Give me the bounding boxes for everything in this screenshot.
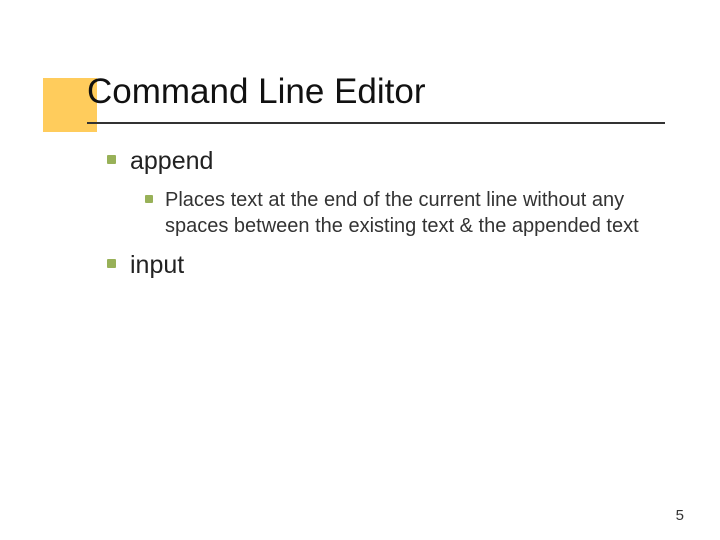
- list-item: append: [107, 145, 652, 177]
- item-desc-append: Places text at the end of the current li…: [165, 187, 652, 239]
- square-bullet-icon: [145, 195, 153, 203]
- list-item: Places text at the end of the current li…: [145, 187, 652, 239]
- slide-body: append Places text at the end of the cur…: [87, 145, 652, 291]
- page-number: 5: [676, 507, 684, 524]
- square-bullet-icon: [107, 259, 116, 268]
- square-bullet-icon: [107, 155, 116, 164]
- slide-title: Command Line Editor: [87, 72, 426, 112]
- list-item: input: [107, 249, 652, 281]
- item-label-input: input: [130, 249, 184, 281]
- title-underline: [87, 122, 665, 124]
- item-label-append: append: [130, 145, 213, 177]
